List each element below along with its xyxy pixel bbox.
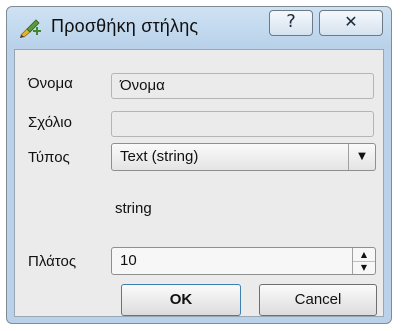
add-column-dialog: Προσθήκη στήλης ? ✕ Όνομα Όνομα Σχόλιο Τ… [6, 6, 392, 324]
cancel-button[interactable]: Cancel [259, 284, 377, 316]
spin-up-icon[interactable]: ▲ [353, 248, 375, 262]
spinbox-buttons: ▲ ▼ [352, 248, 375, 274]
comment-label: Σχόλιο [28, 114, 72, 131]
dialog-title: Προσθήκη στήλης [51, 16, 199, 36]
spin-down-icon[interactable]: ▼ [353, 261, 375, 274]
title-bar[interactable]: Προσθήκη στήλης ? ✕ [7, 7, 391, 47]
help-button[interactable]: ? [269, 10, 313, 36]
name-label: Όνομα [28, 75, 73, 92]
chevron-down-icon[interactable]: ▼ [348, 144, 375, 170]
type-select-value: Text (string) [120, 148, 199, 165]
type-label: Τύπος [28, 149, 70, 166]
type-hint-text: string [115, 200, 152, 217]
add-column-pencil-icon [20, 19, 41, 38]
name-field-value: Όνομα [120, 77, 165, 94]
comment-field[interactable] [111, 111, 374, 137]
dialog-body: Όνομα Όνομα Σχόλιο Τύπος Text (string) ▼… [14, 49, 384, 317]
help-icon: ? [286, 11, 296, 32]
name-field[interactable]: Όνομα [111, 73, 374, 99]
width-spinbox[interactable]: 10 ▲ ▼ [111, 247, 376, 275]
width-label: Πλάτος [28, 253, 77, 270]
type-select[interactable]: Text (string) ▼ [111, 143, 376, 171]
close-icon: ✕ [344, 12, 358, 31]
ok-button[interactable]: OK [121, 284, 241, 316]
close-button[interactable]: ✕ [319, 10, 383, 36]
width-spinbox-value: 10 [120, 252, 137, 269]
